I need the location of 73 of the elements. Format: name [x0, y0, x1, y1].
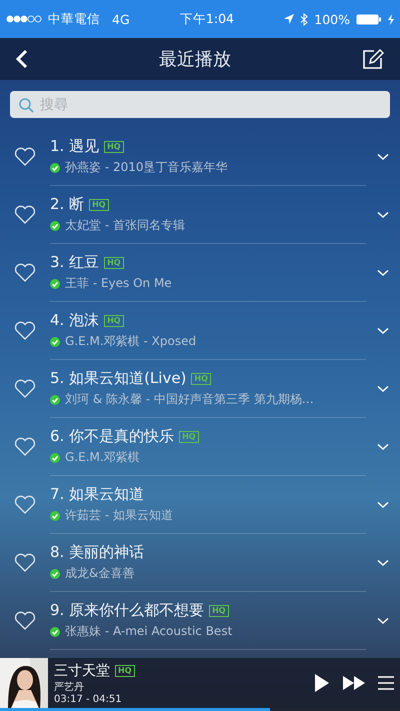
chevron-down-icon: [377, 617, 389, 625]
chevron-down-icon: [377, 269, 389, 277]
song-artist-album: 太妃堂 - 首张同名专辑: [65, 217, 185, 234]
battery-icon: [356, 14, 382, 24]
hq-badge: HQ: [179, 430, 199, 442]
heart-icon: [14, 379, 36, 399]
song-title[interactable]: 7. 如果云知道: [50, 485, 144, 504]
play-icon: [314, 673, 330, 693]
song-title[interactable]: 6. 你不是真的快乐: [50, 427, 174, 446]
menu-icon: [378, 676, 394, 690]
song-artist-album: 许茹芸 - 如果云知道: [65, 507, 173, 524]
check-icon: [50, 220, 60, 230]
signal-icon: [6, 15, 42, 23]
song-title[interactable]: 2. 断: [50, 195, 84, 214]
now-playing-artist: 严艺丹: [54, 680, 85, 694]
chevron-down-icon: [377, 443, 389, 451]
location-icon: [284, 14, 294, 24]
check-icon: [50, 278, 60, 288]
check-icon: [50, 162, 60, 172]
search-icon: [18, 96, 34, 112]
check-icon: [50, 452, 60, 462]
check-icon: [50, 510, 60, 520]
song-title[interactable]: 3. 红豆: [50, 253, 100, 272]
progress-bar[interactable]: [0, 708, 400, 711]
back-icon: [16, 49, 28, 69]
charging-icon: [388, 14, 394, 24]
now-playing-title: 三寸天堂: [54, 662, 110, 680]
song-title[interactable]: 1. 遇见: [50, 137, 100, 156]
chevron-down-icon: [377, 327, 389, 335]
song-title[interactable]: 4. 泡沫: [50, 311, 100, 330]
song-artist-album: G.E.M.邓紫棋: [65, 449, 140, 466]
fast-forward-icon: [342, 675, 366, 691]
hq-badge: HQ: [89, 198, 109, 210]
hq-badge: HQ: [104, 140, 124, 152]
heart-icon: [14, 321, 36, 341]
check-icon: [50, 626, 60, 636]
carrier-name: 中華電信: [48, 10, 100, 28]
song-title[interactable]: 8. 美丽的神话: [50, 543, 144, 562]
chevron-down-icon: [377, 559, 389, 567]
hq-badge: HQ: [115, 664, 134, 676]
hq-badge: HQ: [191, 372, 211, 384]
check-icon: [50, 568, 60, 578]
song-artist-album: 王菲 - Eyes On Me: [65, 275, 172, 292]
hq-badge: HQ: [209, 604, 229, 616]
heart-icon: [14, 553, 36, 573]
chevron-down-icon: [377, 385, 389, 393]
edit-icon: [362, 48, 384, 70]
heart-icon: [14, 611, 36, 631]
clock-time: 下午1:04: [180, 10, 234, 28]
heart-icon: [14, 205, 36, 225]
page-title: 最近播放: [158, 48, 232, 71]
hq-badge: HQ: [104, 256, 124, 268]
chevron-down-icon: [377, 211, 389, 219]
song-title[interactable]: 9. 原来你什么都不想要: [50, 601, 204, 620]
song-artist-album: 成龙&金喜善: [65, 565, 134, 582]
heart-icon: [14, 147, 36, 167]
network-type: 4G: [112, 12, 130, 26]
song-title[interactable]: 5. 如果云知道(Live): [50, 369, 186, 388]
chevron-down-icon: [377, 153, 389, 161]
song-artist-album: 张惠妹 - A-mei Acoustic Best: [65, 623, 232, 640]
heart-icon: [14, 495, 36, 515]
hq-badge: HQ: [104, 314, 124, 326]
song-artist-album: G.E.M.邓紫棋 - Xposed: [65, 333, 196, 350]
battery-percent: 100%: [314, 12, 350, 26]
check-icon: [50, 394, 60, 404]
check-icon: [50, 336, 60, 346]
song-artist-album: 刘珂 & 陈永馨 - 中国好声音第三季 第九期杨…: [65, 391, 314, 408]
chevron-down-icon: [377, 501, 389, 509]
heart-icon: [14, 437, 36, 457]
bluetooth-icon: [300, 12, 308, 26]
playback-time: 03:17 - 04:51: [54, 694, 123, 704]
song-artist-album: 孙燕姿 - 2010垦丁音乐嘉年华: [65, 159, 228, 176]
heart-icon: [14, 263, 36, 283]
